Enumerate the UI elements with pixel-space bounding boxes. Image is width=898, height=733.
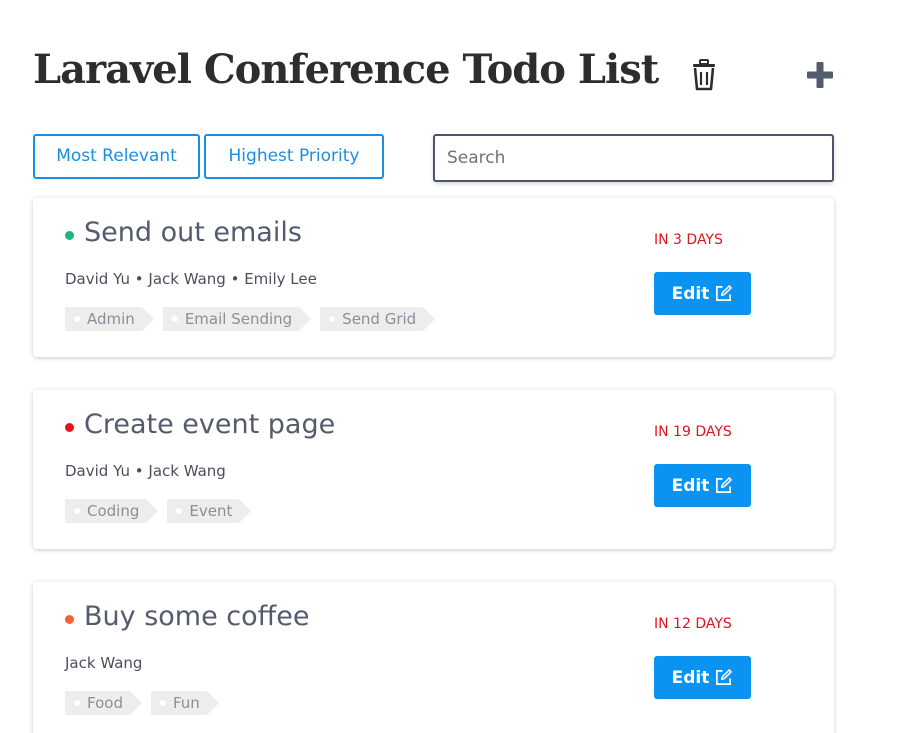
assignees: Jack Wang: [65, 654, 143, 672]
due-label: IN 3 DAYS: [654, 232, 723, 248]
plus-icon[interactable]: [805, 60, 835, 90]
edit-button[interactable]: Edit: [654, 272, 751, 315]
tag-label: Admin: [87, 310, 135, 328]
tag-label: Event: [189, 502, 233, 520]
edit-button-label: Edit: [671, 475, 710, 496]
trash-icon[interactable]: [690, 59, 718, 91]
todo-title: Buy some coffee: [84, 601, 310, 632]
tag-label: Send Grid: [342, 310, 417, 328]
edit-button-label: Edit: [671, 667, 710, 688]
priority-dot: [65, 423, 74, 432]
page-title: Laravel Conference Todo List: [33, 46, 659, 93]
edit-button-label: Edit: [671, 283, 710, 304]
tag-list: Food Fun: [65, 691, 228, 715]
todo-card: Send out emails David Yu • Jack Wang • E…: [33, 198, 834, 357]
todo-card: Create event page David Yu • Jack Wang C…: [33, 390, 834, 549]
controls-bar: Most Relevant Highest Priority: [33, 134, 835, 182]
assignees: David Yu • Jack Wang • Emily Lee: [65, 270, 317, 288]
tag[interactable]: Event: [167, 499, 252, 523]
edit-icon: [716, 477, 733, 494]
tag[interactable]: Email Sending: [162, 307, 312, 331]
edit-icon: [716, 669, 733, 686]
priority-dot: [65, 615, 74, 624]
tag-label: Email Sending: [184, 310, 293, 328]
tag[interactable]: Food: [65, 691, 142, 715]
tag-list: Admin Email Sending Send Grid: [65, 307, 444, 331]
tag[interactable]: Send Grid: [320, 307, 436, 331]
todo-title: Create event page: [84, 409, 336, 440]
search-input[interactable]: [433, 134, 834, 182]
due-label: IN 12 DAYS: [654, 616, 732, 632]
todo-title: Send out emails: [84, 217, 302, 248]
edit-button[interactable]: Edit: [654, 656, 751, 699]
tag[interactable]: Coding: [65, 499, 159, 523]
most-relevant-button[interactable]: Most Relevant: [33, 134, 200, 179]
tag[interactable]: Fun: [150, 691, 219, 715]
highest-priority-button[interactable]: Highest Priority: [204, 134, 384, 179]
tag-label: Food: [87, 694, 123, 712]
todo-card: Buy some coffee Jack Wang Food Fun IN 12…: [33, 582, 834, 733]
tag[interactable]: Admin: [65, 307, 154, 331]
assignees: David Yu • Jack Wang: [65, 462, 226, 480]
edit-icon: [716, 285, 733, 302]
tag-list: Coding Event: [65, 499, 260, 523]
priority-dot: [65, 231, 74, 240]
tag-label: Coding: [87, 502, 140, 520]
due-label: IN 19 DAYS: [654, 424, 732, 440]
edit-button[interactable]: Edit: [654, 464, 751, 507]
page-header: Laravel Conference Todo List: [33, 42, 835, 104]
tag-label: Fun: [172, 694, 200, 712]
